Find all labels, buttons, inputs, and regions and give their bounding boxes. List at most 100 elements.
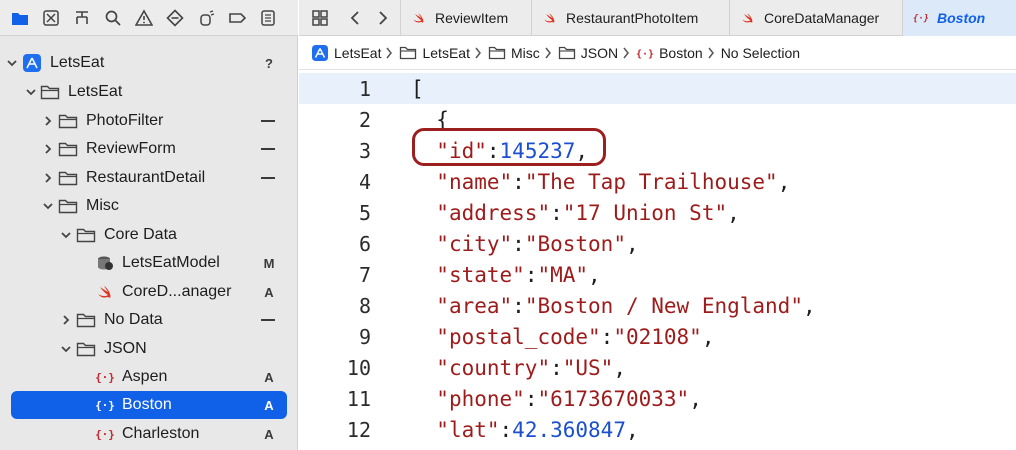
tree-item-misc[interactable]: Misc [0, 192, 298, 220]
chevron-right-icon [474, 47, 484, 59]
source-control-icon[interactable] [41, 8, 61, 28]
code-token-punct [411, 325, 436, 349]
chevron-down-icon[interactable] [59, 342, 73, 356]
code-text: "phone":"6173670033", [411, 387, 702, 411]
hierarchy-icon[interactable] [72, 8, 92, 28]
chevron-down-icon[interactable] [41, 199, 55, 213]
tab-restaurantphotoitem[interactable]: RestaurantPhotoItem [531, 0, 729, 36]
code-line[interactable]: 9 "postal_code":"02108", [299, 321, 1016, 352]
breadcrumb-item[interactable]: LetsEat [311, 44, 381, 61]
code-line[interactable]: 3 "id":145237, [299, 135, 1016, 166]
tab-label: RestaurantPhotoItem [566, 10, 699, 26]
code-token-punct [411, 263, 436, 287]
code-line[interactable]: 7 "state":"MA", [299, 259, 1016, 290]
code-token-punct [411, 387, 436, 411]
swift-icon [411, 10, 427, 26]
code-line[interactable]: 11 "phone":"6173670033", [299, 383, 1016, 414]
code-text: "name":"The Tap Trailhouse", [411, 170, 790, 194]
code-line[interactable]: 1[ [299, 73, 1016, 104]
tree-item-letseatmodel[interactable]: LetsEatModel M [0, 249, 298, 277]
tree-item-core-data[interactable]: Core Data [0, 221, 298, 249]
json-file-icon: {·} [636, 45, 654, 61]
code-line[interactable]: 5 "address":"17 Union St", [299, 197, 1016, 228]
folder-icon [399, 45, 417, 61]
code-token-key: "name" [436, 169, 513, 194]
id-annotation-callout [412, 128, 606, 166]
breadcrumb-item[interactable]: No Selection [721, 45, 800, 61]
tree-item-letseat-folder[interactable]: LetsEat [0, 78, 298, 106]
code-token-str: "MA" [537, 262, 589, 287]
back-chevron-icon[interactable] [345, 7, 367, 29]
tab-label: ReviewItem [435, 10, 509, 26]
json-file-icon: {·} [95, 396, 115, 414]
tree-item-restaurantdetail[interactable]: RestaurantDetail [0, 164, 298, 192]
tab-coredatamanager[interactable]: CoreDataManager [729, 0, 902, 36]
code-line[interactable]: 10 "country":"US", [299, 352, 1016, 383]
line-number: 7 [358, 262, 371, 287]
chevron-down-icon[interactable] [5, 56, 19, 70]
folder-icon[interactable] [10, 8, 30, 28]
code-line[interactable]: 8 "area":"Boston / New England", [299, 290, 1016, 321]
chevron-right-icon[interactable] [59, 313, 73, 327]
folder-icon [76, 340, 96, 358]
app-project-icon [311, 44, 329, 61]
tree-item-photofilter[interactable]: PhotoFilter [0, 107, 298, 135]
code-token-punct: , [802, 293, 816, 318]
code-token-punct [411, 294, 436, 318]
code-token-punct: , [777, 169, 791, 194]
forward-chevron-icon[interactable] [371, 7, 393, 29]
code-editor[interactable]: 1[2 {3 "id":145237, 4 "name":"The Tap Tra… [299, 72, 1016, 450]
code-token-punct: , [588, 262, 601, 287]
line-number: 5 [358, 200, 371, 225]
chevron-down-icon[interactable] [59, 228, 73, 242]
status-badge [261, 177, 275, 179]
breakpoint-icon[interactable] [227, 8, 247, 28]
tab-boston[interactable]: {·} Boston [902, 0, 1016, 36]
chevron-right-icon[interactable] [41, 142, 55, 156]
tree-item-label: Misc [86, 197, 119, 214]
tree-item-aspen[interactable]: {·} Aspen A [0, 363, 298, 391]
code-token-punct: , [727, 200, 740, 225]
app-project-icon [22, 54, 42, 72]
debug-icon[interactable] [196, 8, 216, 28]
code-token-num: 42.360847 [512, 417, 626, 442]
chevron-right-icon[interactable] [41, 114, 55, 128]
code-line[interactable]: 2 { [299, 104, 1016, 135]
tree-item-json[interactable]: JSON [0, 335, 298, 363]
tree-item-label: Boston [122, 396, 172, 413]
status-badge: A [264, 397, 274, 413]
code-token-str: "6173670033" [537, 386, 690, 411]
code-token-punct [411, 418, 436, 442]
test-icon[interactable] [165, 8, 185, 28]
tree-item-reviewform[interactable]: ReviewForm [0, 135, 298, 163]
tree-item-letseat-project[interactable]: LetsEat ? [0, 49, 298, 77]
project-navigator: LetsEat ? LetsEat PhotoFilter ReviewForm… [0, 0, 298, 450]
breadcrumb-item[interactable]: {·} Boston [636, 45, 703, 61]
chevron-right-icon [544, 47, 554, 59]
code-line[interactable]: 12 "lat":42.360847, [299, 414, 1016, 445]
json-file-icon: {·} [95, 368, 115, 386]
grid-icon[interactable] [309, 7, 331, 29]
chevron-down-icon[interactable] [24, 85, 38, 99]
breadcrumb-item[interactable]: LetsEat [399, 45, 470, 61]
breadcrumb-item[interactable]: Misc [488, 45, 540, 61]
search-icon[interactable] [103, 8, 123, 28]
tree-item-label: LetsEatModel [122, 254, 220, 271]
navigator-toolbar [0, 0, 298, 36]
code-token-key: "phone" [436, 386, 525, 411]
code-token-key: "city" [436, 231, 513, 256]
breadcrumb-item[interactable]: JSON [558, 45, 618, 61]
tree-item-label: No Data [104, 311, 163, 328]
tab-reviewitem[interactable]: ReviewItem [400, 0, 531, 36]
code-line[interactable]: 4 "name":"The Tap Trailhouse", [299, 166, 1016, 197]
line-number: 8 [358, 293, 371, 318]
report-icon[interactable] [258, 8, 278, 28]
warning-icon[interactable] [134, 8, 154, 28]
tree-item-no-data[interactable]: No Data [0, 306, 298, 334]
chevron-right-icon[interactable] [41, 171, 55, 185]
code-line[interactable]: 6 "city":"Boston", [299, 228, 1016, 259]
tree-item-charleston[interactable]: {·} Charleston A [0, 420, 298, 448]
tree-item-coredatamanager[interactable]: CoreD...anager A [0, 278, 298, 306]
tree-item-label: RestaurantDetail [86, 169, 206, 186]
tree-item-boston[interactable]: {·} Boston A [0, 391, 298, 419]
